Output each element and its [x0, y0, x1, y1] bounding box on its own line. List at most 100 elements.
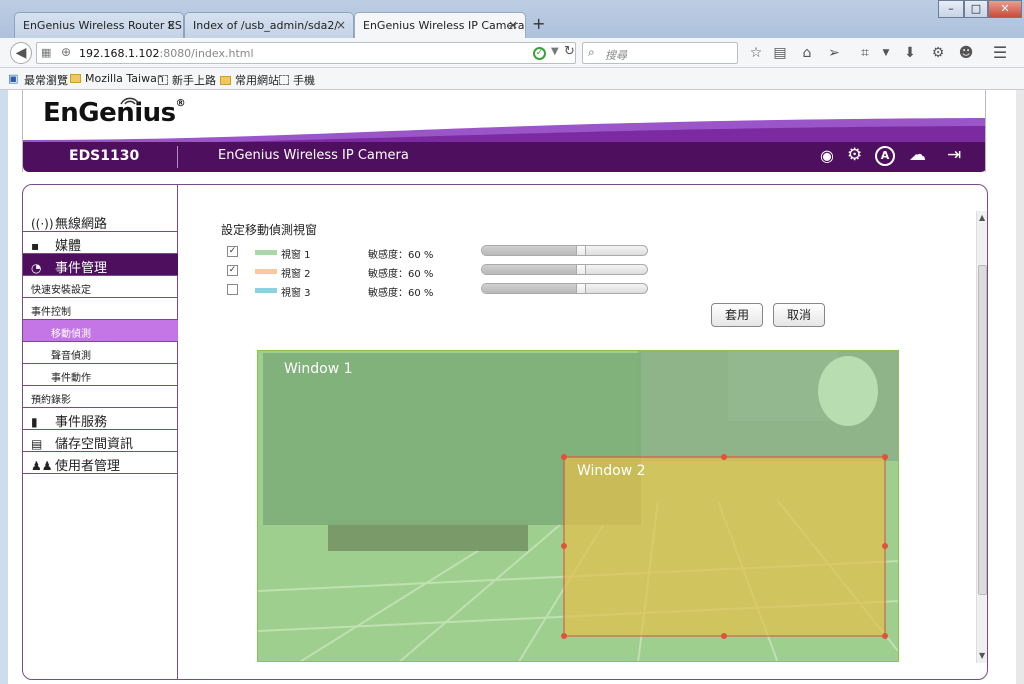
model-name: EDS1130 — [69, 148, 140, 164]
url-path: :8080/index.html — [159, 47, 254, 60]
sidebar-item-label: 快速安裝設定 — [31, 285, 91, 296]
minimize-button[interactable]: – — [938, 0, 964, 18]
chevron-down-icon[interactable]: ▼ — [876, 43, 896, 63]
window-1-sensitivity-slider[interactable] — [481, 245, 648, 256]
reload-icon[interactable]: ↻ — [564, 44, 575, 59]
tab-ip-camera[interactable]: EnGenius Wireless IP Camera × — [354, 12, 526, 38]
bookmark-label: Mozilla Taiwan — [85, 72, 164, 85]
cancel-button[interactable]: 取消 — [773, 303, 825, 327]
sidebar-item-event-action[interactable]: 事件動作 — [23, 364, 178, 386]
sidebar-item-media[interactable]: ▪ 媒體 — [23, 232, 178, 254]
bookmark-mobile[interactable]: 手機 — [279, 72, 315, 88]
window-row-1: ✓ 視窗 1 敏感度：60 % — [179, 245, 659, 261]
bookmark-common-sites[interactable]: 常用網站 — [220, 72, 279, 88]
window-2-sensitivity-slider[interactable] — [481, 264, 648, 275]
window-1-label: 視窗 1 — [281, 250, 311, 261]
bookmark-mozilla-taiwan[interactable]: Mozilla Taiwan — [70, 72, 164, 85]
event-icon: ◔ — [31, 261, 42, 275]
sidebar-item-user-management[interactable]: ♟♟ 使用者管理 — [23, 452, 178, 474]
bookmarks-icon[interactable]: ▣ — [8, 72, 18, 85]
new-tab-button[interactable]: + — [532, 14, 545, 33]
window-close-button[interactable]: ✕ — [988, 0, 1022, 18]
gear-icon[interactable]: ⚙ — [847, 145, 862, 165]
menu-icon[interactable]: ☰ — [990, 43, 1010, 63]
tab-title: EnGenius Wireless IP Camera — [363, 19, 525, 32]
main-content: 設定移動偵測視窗 ✓ 視窗 1 敏感度：60 % ✓ 視窗 2 敏感度：60 %… — [179, 211, 975, 671]
bookmark-label: 手機 — [293, 74, 315, 87]
users-icon: ♟♟ — [31, 459, 53, 473]
bookmark-label: 新手上路 — [172, 74, 216, 87]
slider-fill — [482, 284, 581, 293]
wifi-icon — [120, 97, 140, 105]
tab-title: Index of /usb_admin/sda2/ — [193, 19, 339, 32]
sidebar-item-label: 使用者管理 — [55, 459, 121, 474]
bookmark-most-visited[interactable]: 最常瀏覽 — [24, 72, 68, 88]
sidebar-item-sound-detection[interactable]: 聲音偵測 — [23, 342, 178, 364]
admin-icon[interactable]: A — [875, 146, 895, 166]
sidebar-item-event-service[interactable]: ▮ 事件服務 — [23, 408, 178, 430]
storage-icon: ▤ — [31, 437, 43, 451]
sidebar-item-scheduled-recording[interactable]: 預約錄影 — [23, 386, 178, 408]
cloud-download-icon[interactable]: ☁ — [909, 145, 926, 165]
sidebar-item-quick-setup[interactable]: 快速安裝設定 — [23, 276, 178, 298]
download-icon[interactable]: ⬇ — [900, 43, 920, 63]
apply-button[interactable]: 套用 — [711, 303, 763, 327]
window-3-sensitivity-slider[interactable] — [481, 283, 648, 294]
media-icon: ▪ — [31, 239, 40, 253]
sidebar: ((·))無線網路 ▪ 媒體 ◔ 事件管理 快速安裝設定 事件控制 移動偵測 聲音偵… — [23, 185, 178, 679]
panel-scrollbar[interactable]: ▲ ▼ — [976, 211, 987, 663]
bookmark-getting-started[interactable]: 新手上路 — [158, 72, 216, 88]
sidebar-item-label: 事件控制 — [31, 307, 71, 318]
sidebar-item-event-management[interactable]: ◔ 事件管理 — [23, 254, 178, 276]
close-icon[interactable]: × — [166, 18, 176, 32]
bookmark-label: 常用網站 — [235, 74, 279, 87]
close-icon[interactable]: × — [508, 18, 518, 32]
url-host: 192.168.1.102 — [79, 47, 160, 60]
motion-window-2[interactable] — [563, 456, 886, 637]
scroll-up-icon[interactable]: ▲ — [979, 213, 985, 222]
close-icon[interactable]: × — [336, 18, 346, 32]
sidebar-item-label: 聲音偵測 — [51, 351, 91, 362]
slider-handle[interactable] — [576, 246, 586, 255]
globe-icon: ⊕ — [61, 45, 72, 59]
page-icon — [279, 75, 289, 85]
maximize-button[interactable]: □ — [964, 0, 988, 18]
search-icon: ⌕ — [588, 45, 595, 59]
page-scrollbar[interactable] — [1016, 90, 1024, 684]
slider-handle[interactable] — [576, 265, 586, 274]
bookmarks-bar: ▣ 最常瀏覽 Mozilla Taiwan 新手上路 常用網站 手機 — [0, 68, 1024, 90]
camera-image — [258, 351, 898, 661]
slider-handle[interactable] — [576, 284, 586, 293]
window-2-checkbox[interactable]: ✓ — [227, 265, 238, 276]
url-bar[interactable]: ▦ ⊕ 192.168.1.102:8080/index.html ✓ ▼ ↻ — [36, 42, 576, 64]
dropdown-icon[interactable]: ▼ — [551, 46, 559, 57]
gear-icon[interactable]: ⚙ — [928, 43, 948, 63]
folder-icon — [70, 74, 81, 83]
scroll-down-icon[interactable]: ▼ — [979, 651, 985, 660]
sidebar-item-storage-info[interactable]: ▤ 儲存空間資訊 — [23, 430, 178, 452]
page-icon: ▦ — [41, 46, 52, 59]
reading-list-icon[interactable]: ▤ — [770, 43, 790, 63]
logout-icon[interactable]: ⇥ — [947, 145, 961, 165]
window-1-sensitivity-label: 敏感度：60 % — [368, 250, 434, 261]
camera-preview[interactable]: Window 1 Window 2 — [257, 350, 899, 662]
scrollbar-thumb[interactable] — [978, 265, 987, 595]
search-box[interactable]: ⌕ 搜尋 — [582, 42, 738, 64]
crop-icon[interactable]: ⌗ — [855, 43, 875, 63]
divider — [177, 146, 178, 168]
sidebar-item-event-control[interactable]: 事件控制 — [23, 298, 178, 320]
tab-router[interactable]: EnGenius Wireless Router ES... × — [14, 12, 184, 38]
send-icon[interactable]: ➢ — [824, 43, 844, 63]
window-3-checkbox[interactable] — [227, 284, 238, 295]
sidebar-item-wireless[interactable]: ((·))無線網路 — [23, 210, 178, 232]
home-icon[interactable]: ⌂ — [797, 43, 817, 63]
webcam-icon[interactable]: ◉ — [820, 146, 834, 165]
smiley-icon[interactable]: ☻ — [956, 43, 976, 63]
antenna-icon: ((·)) — [31, 217, 54, 231]
window-1-checkbox[interactable]: ✓ — [227, 246, 238, 257]
search-placeholder: 搜尋 — [605, 49, 627, 62]
tab-usb-index[interactable]: Index of /usb_admin/sda2/× — [184, 12, 354, 38]
back-arrow-icon[interactable]: ◀ — [10, 42, 32, 64]
star-icon[interactable]: ☆ — [746, 43, 766, 63]
sidebar-item-motion-detection[interactable]: 移動偵測 — [23, 320, 178, 342]
